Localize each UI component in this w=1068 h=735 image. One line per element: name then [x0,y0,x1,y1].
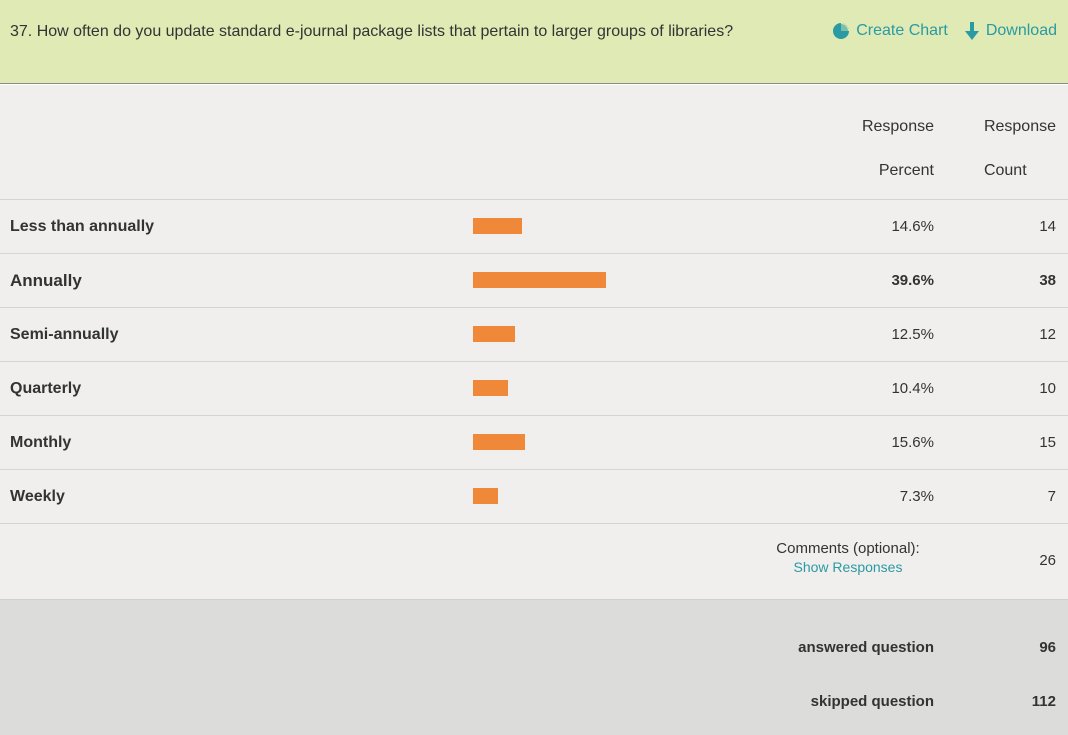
table-row: Quarterly 10.4% 10 [0,361,1068,415]
response-count-header: Response Count [983,118,1056,179]
response-count: 14 [1039,218,1056,235]
response-table: Response Percent Response Count Less tha… [0,85,1068,599]
table-row: Semi-annually 12.5% 12 [0,307,1068,361]
answer-label: Weekly [10,488,65,505]
response-bar [473,272,606,288]
question-text: 37. How often do you update standard e-j… [10,23,734,40]
response-percent: 12.5% [891,326,934,343]
comments-count: 26 [1039,552,1056,569]
skipped-label: skipped question [810,693,934,710]
response-count: 7 [1047,488,1056,505]
skipped-value: 112 [1031,693,1056,710]
download-button[interactable]: Download [964,21,1057,41]
header-actions: Create Chart Download [832,21,1057,41]
response-bar [473,380,508,396]
table-row: Weekly 7.3% 7 [0,469,1068,523]
answered-value: 96 [1039,639,1056,656]
response-count: 38 [1039,272,1056,289]
comments-label: Comments (optional): [776,540,920,557]
response-bar [473,434,525,450]
response-bar [473,326,515,342]
answer-label: Annually [10,271,82,290]
pie-chart-icon [833,23,850,39]
download-label: Download [985,22,1057,39]
table-row: Monthly 15.6% 15 [0,415,1068,469]
summary-panel: answered question 96 skipped question 11… [0,599,1068,735]
survey-question-panel: 37. How often do you update standard e-j… [0,0,1068,735]
response-percent: 39.6% [891,272,934,289]
response-percent: 7.3% [899,488,934,505]
create-chart-button[interactable]: Create Chart [832,22,948,40]
table-row: Annually 39.6% 38 [0,253,1068,307]
table-row: Less than annually 14.6% 14 [0,199,1068,253]
answer-label: Monthly [10,434,72,451]
create-chart-label: Create Chart [856,22,948,39]
response-count: 15 [1039,434,1056,451]
answered-label: answered question [798,639,934,656]
response-percent-header: Response Percent [861,118,934,179]
answered-row: answered question 96 [0,621,1068,675]
response-bar [473,488,498,504]
response-bar [473,218,522,234]
response-count: 12 [1039,326,1056,343]
download-arrow-icon [964,22,979,40]
answer-label: Less than annually [10,218,155,235]
response-percent: 14.6% [891,218,934,235]
show-responses-link[interactable]: Show Responses [748,559,948,575]
answer-label: Semi-annually [10,326,119,343]
response-percent: 10.4% [891,380,934,397]
skipped-row: skipped question 112 [0,675,1068,729]
comments-row: Comments (optional): Show Responses 26 [0,523,1068,599]
response-percent: 15.6% [891,434,934,451]
answer-label: Quarterly [10,380,82,397]
response-count: 10 [1039,380,1056,397]
question-header: 37. How often do you update standard e-j… [0,0,1068,84]
